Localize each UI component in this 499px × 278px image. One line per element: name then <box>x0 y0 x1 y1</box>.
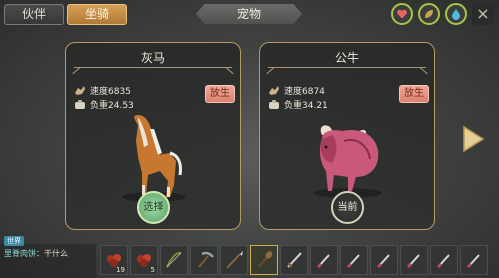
tab-mount[interactable]: 坐骑 <box>67 4 127 25</box>
hotbar-slot[interactable] <box>460 245 488 275</box>
hotbar-slot[interactable]: 5 <box>130 245 158 275</box>
card-divider <box>268 67 426 83</box>
bow-icon <box>166 251 182 268</box>
chat-speaker: 里脊肉饼 <box>4 249 36 258</box>
water-button[interactable] <box>445 3 467 25</box>
mount-name: 公牛 <box>334 51 359 65</box>
horse-illustration <box>122 115 186 202</box>
speed-stat: 速度6835 <box>74 84 131 97</box>
hotbar-slot[interactable] <box>400 245 428 275</box>
speed-stat: 速度6874 <box>268 84 325 97</box>
speed-value: 速度6874 <box>284 87 325 97</box>
club-icon <box>258 251 273 268</box>
bull-illustration <box>314 125 382 198</box>
chat-text: ：干什么 <box>36 249 68 258</box>
hotbar-slot[interactable] <box>220 245 248 275</box>
sword-icon <box>287 252 302 268</box>
hotbar-slot[interactable] <box>280 245 308 275</box>
knife-icon <box>376 254 390 269</box>
spear-icon <box>226 251 243 269</box>
tab-companion[interactable]: 伙伴 <box>4 4 64 25</box>
knife-icon <box>436 254 450 269</box>
card-divider <box>74 67 232 83</box>
release-button[interactable]: 放生 <box>205 85 235 103</box>
food-button[interactable] <box>418 3 440 25</box>
chat-channel-tag: 世界 <box>4 236 24 246</box>
knife-icon <box>466 254 480 269</box>
page-title: 宠物 <box>196 4 302 24</box>
current-button[interactable]: 当前 <box>331 191 364 224</box>
hotbar-slot[interactable] <box>190 245 218 275</box>
top-bar: 伙伴 坐骑 宠物 × <box>0 0 499 28</box>
hotbar: 19 5 <box>100 245 490 278</box>
slot-count: 5 <box>150 266 155 274</box>
pickaxe-icon <box>198 251 214 268</box>
knife-icon <box>346 254 360 269</box>
mount-card-bull: 公牛 速度6874 负重34.21 放生 当前 <box>259 42 435 230</box>
hotbar-slot[interactable] <box>160 245 188 275</box>
hotbar-slot[interactable] <box>310 245 338 275</box>
next-arrow-icon[interactable] <box>461 125 485 153</box>
hotbar-slot[interactable] <box>340 245 368 275</box>
slot-count: 19 <box>116 266 125 274</box>
knife-icon <box>406 254 420 269</box>
leaf-icon <box>425 10 433 18</box>
speed-icon <box>75 86 85 95</box>
mount-card-grey-horse: 灰马 速度6835 负重24.53 放生 选择 <box>65 42 241 230</box>
hotbar-slot[interactable] <box>430 245 458 275</box>
knife-icon <box>316 254 330 269</box>
speed-value: 速度6835 <box>90 87 131 97</box>
release-button[interactable]: 放生 <box>399 85 429 103</box>
close-button[interactable]: × <box>472 4 494 25</box>
mount-name: 灰马 <box>140 51 165 65</box>
heart-button[interactable] <box>391 3 413 25</box>
heart-icon <box>397 9 407 19</box>
hotbar-slot[interactable] <box>250 245 278 275</box>
hotbar-slot[interactable] <box>370 245 398 275</box>
water-drop-icon <box>452 9 460 20</box>
select-button[interactable]: 选择 <box>137 191 170 224</box>
speed-icon <box>269 86 279 95</box>
hotbar-slot[interactable]: 19 <box>100 245 128 275</box>
chat-message: 里脊肉饼：干什么 <box>4 248 68 259</box>
